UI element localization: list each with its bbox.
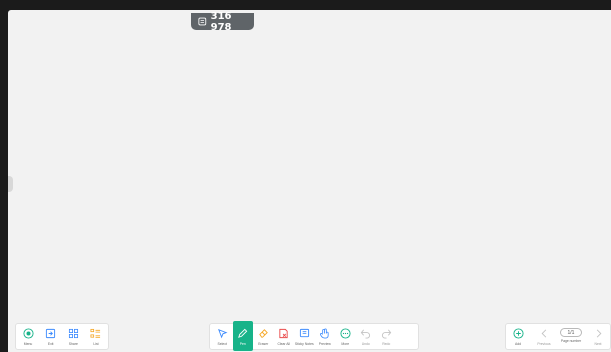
share-icon xyxy=(68,328,78,339)
page-number-control[interactable]: 1/1 Page number xyxy=(560,324,582,349)
preview-hand-icon xyxy=(320,328,329,339)
previous-page-button[interactable]: Previous xyxy=(534,324,554,349)
undo-label: Undo xyxy=(361,342,370,346)
undo-icon xyxy=(361,329,371,339)
preview-label: Preview xyxy=(318,342,331,346)
chevron-left-icon xyxy=(541,329,546,338)
preview-button[interactable]: Preview xyxy=(315,324,336,349)
room-icon xyxy=(198,17,207,26)
more-label: More xyxy=(341,342,350,346)
eraser-icon xyxy=(258,329,268,338)
previous-label: Previous xyxy=(537,342,551,346)
whiteboard-canvas[interactable] xyxy=(8,10,611,352)
sticky-notes-button[interactable]: Sticky Notes xyxy=(294,324,315,349)
redo-button[interactable]: Redo xyxy=(376,324,397,349)
clear-all-label: Clear All xyxy=(277,342,291,346)
menu-icon xyxy=(22,328,34,339)
sticky-notes-icon xyxy=(299,328,309,338)
share-button[interactable]: Share xyxy=(63,324,83,349)
list-button[interactable]: List xyxy=(86,324,106,349)
select-button[interactable]: Select xyxy=(212,324,233,349)
clear-all-icon xyxy=(279,328,288,339)
room-code-badge: 316 978 xyxy=(191,10,254,33)
list-label: List xyxy=(93,342,99,346)
side-panel-handle[interactable] xyxy=(8,176,13,192)
add-icon xyxy=(512,328,524,339)
select-cursor-icon xyxy=(217,329,228,339)
next-label: Next xyxy=(594,342,602,346)
pen-button[interactable]: Pen xyxy=(232,321,253,351)
sticky-notes-label: Sticky Notes xyxy=(294,342,314,346)
eraser-label: Eraser xyxy=(258,342,269,346)
exit-label: Exit xyxy=(47,342,54,346)
clear-all-button[interactable]: Clear All xyxy=(274,324,295,349)
list-icon xyxy=(90,328,101,339)
exit-icon xyxy=(46,328,56,339)
eraser-button[interactable]: Eraser xyxy=(253,324,274,349)
menu-label: Menu xyxy=(23,342,33,346)
menu-button[interactable]: Menu xyxy=(18,324,38,349)
page-number-value[interactable]: 1/1 xyxy=(560,328,582,337)
room-code: 316 978 xyxy=(210,10,232,33)
undo-button[interactable]: Undo xyxy=(356,324,377,349)
add-page-button[interactable]: Add xyxy=(508,324,528,349)
redo-label: Redo xyxy=(382,342,391,346)
more-button[interactable]: More xyxy=(335,324,356,349)
add-label: Add xyxy=(514,342,522,346)
pen-icon xyxy=(238,328,248,338)
pen-label: Pen xyxy=(239,342,246,346)
chevron-right-icon xyxy=(596,329,601,338)
page-number-label: Page number xyxy=(560,339,582,343)
select-label: Select xyxy=(217,342,227,346)
toolbar-right: Add Previous 1/1 Page number Next xyxy=(505,323,611,350)
share-label: Share xyxy=(68,342,78,346)
redo-icon xyxy=(381,329,391,339)
more-icon xyxy=(340,328,351,339)
toolbar-middle: Select Pen Eraser Clear All Sticky Notes… xyxy=(209,321,419,351)
toolbar-left: Menu Exit Share List xyxy=(15,323,109,350)
next-page-button[interactable]: Next xyxy=(588,324,608,349)
exit-button[interactable]: Exit xyxy=(41,324,61,349)
